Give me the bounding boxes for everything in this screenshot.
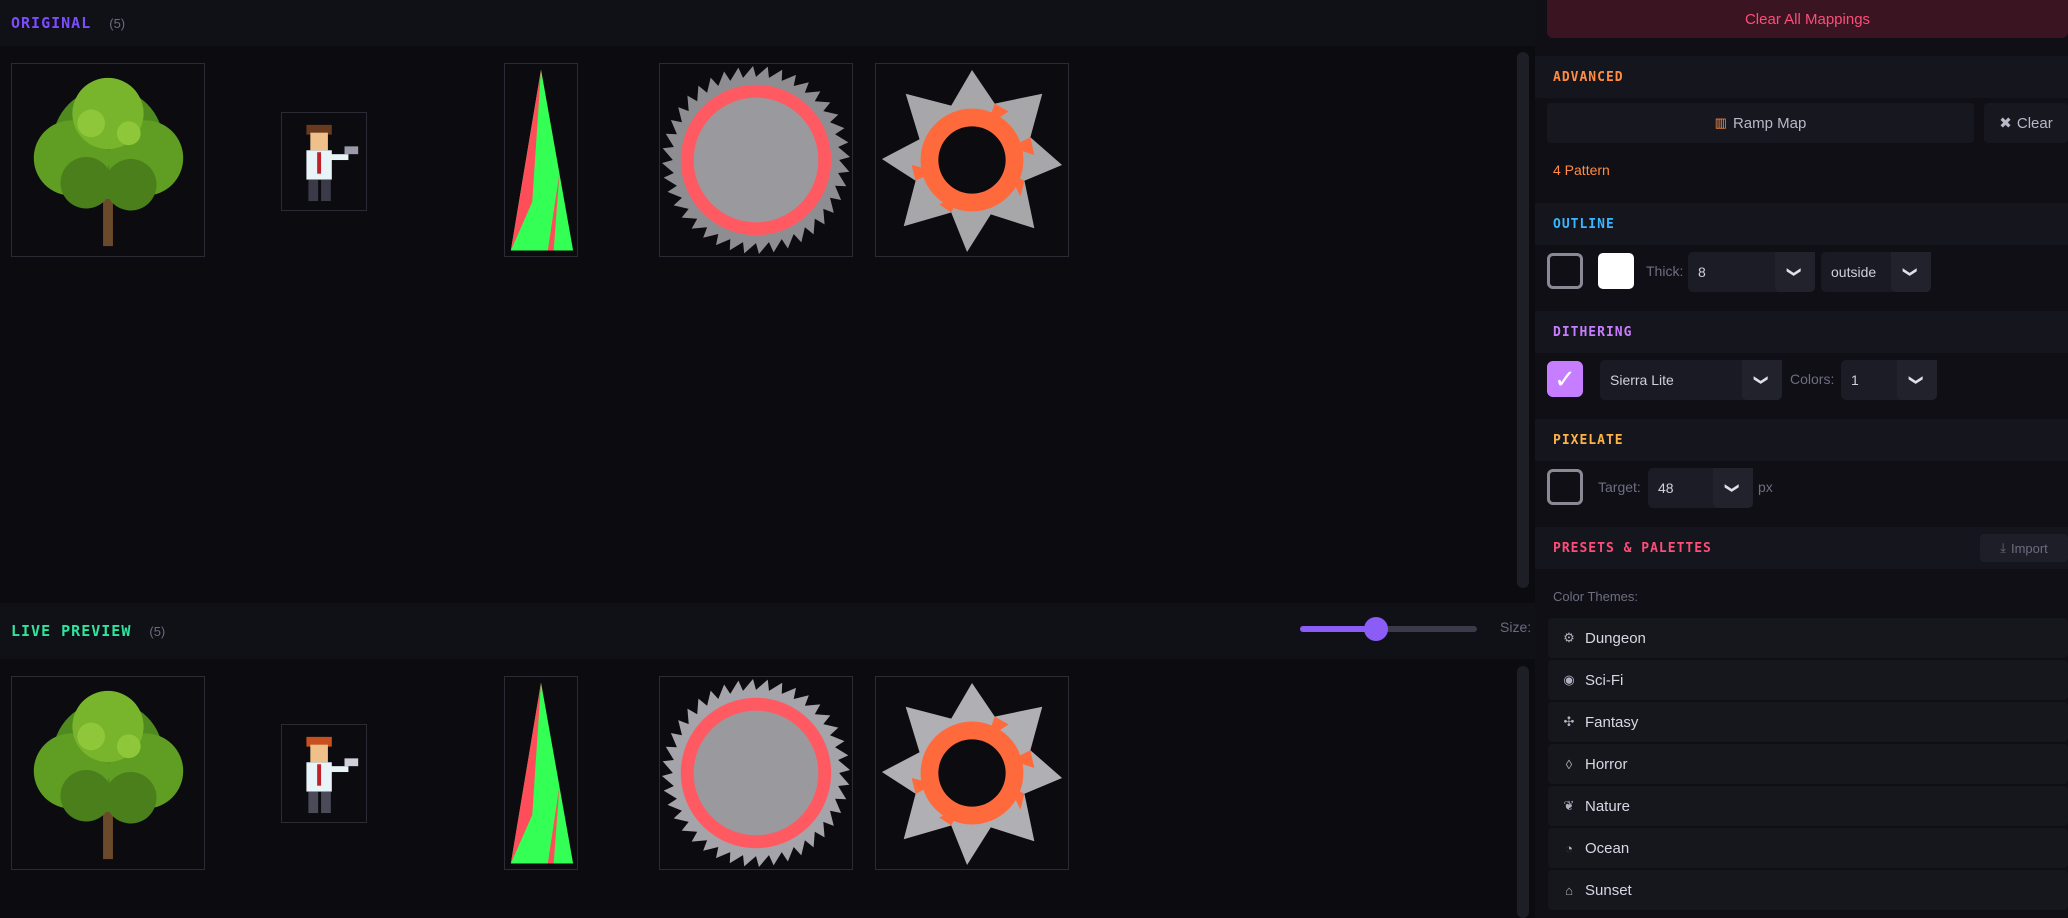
size-label: Size: <box>1500 619 1532 635</box>
sprite-character-preview[interactable] <box>281 724 367 823</box>
check-icon: ✓ <box>1554 363 1576 394</box>
dungeon-icon: ⚙ <box>1563 630 1575 645</box>
clear-x-icon: ✖ <box>1999 115 2012 132</box>
outline-section-title: OUTLINE <box>1535 203 2068 245</box>
advanced-clear-label: Clear <box>2016 114 2053 132</box>
preview-title: LIVE PREVIEW <box>11 622 132 640</box>
sprite-saw-preview[interactable] <box>659 676 853 870</box>
sprite-spike-original[interactable] <box>504 63 578 257</box>
dithering-colors-label: Colors: <box>1790 371 1835 387</box>
ramp-map-icon: ▥ <box>1714 115 1727 130</box>
chevron-down-icon: ❯ <box>1775 252 1815 292</box>
size-slider-knob[interactable] <box>1364 617 1388 641</box>
theme-nature[interactable]: ❦ Nature <box>1548 786 2068 826</box>
theme-ocean[interactable]: ◔ Ocean <box>1548 828 2068 868</box>
theme-label: Dungeon <box>1585 629 1646 647</box>
pixelate-target-label: Target: <box>1598 479 1641 495</box>
outline-color-swatch[interactable] <box>1598 253 1634 289</box>
dithering-colors-select[interactable]: 1 ❯ <box>1841 360 1937 400</box>
sprite-character-original[interactable] <box>281 112 367 211</box>
original-header: ORIGINAL (5) <box>0 0 1535 46</box>
outline-position-select[interactable]: outside ❯ <box>1821 252 1931 292</box>
ramp-map-button[interactable]: ▥ Ramp Map <box>1547 103 1974 143</box>
theme-horror[interactable]: ◊ Horror <box>1548 744 2068 784</box>
theme-label: Sunset <box>1585 881 1632 899</box>
sunset-icon: ⌂ <box>1565 882 1573 898</box>
advanced-clear-button[interactable]: ✖ Clear <box>1984 103 2068 143</box>
dithering-method-select[interactable]: Sierra Lite ❯ <box>1600 360 1782 400</box>
clear-all-mappings-button[interactable]: Clear All Mappings <box>1547 0 2068 38</box>
fantasy-icon: ✣ <box>1563 714 1575 729</box>
sprite-spike-preview[interactable] <box>504 676 578 870</box>
outline-enable-checkbox[interactable] <box>1547 253 1583 289</box>
theme-sunset[interactable]: ⌂ Sunset <box>1548 870 2068 910</box>
chevron-down-icon: ❯ <box>1891 252 1931 292</box>
original-count: (5) <box>109 15 126 31</box>
theme-label: Nature <box>1585 797 1631 815</box>
advanced-section-title: ADVANCED <box>1535 56 2068 98</box>
horror-icon: ◊ <box>1565 756 1573 772</box>
settings-panel: Clear All Mappings ADVANCED ▥ Ramp Map ✖… <box>1535 0 2068 918</box>
outline-position-value: outside <box>1831 264 1877 280</box>
outline-thick-label: Thick: <box>1646 263 1684 279</box>
pixelate-section-title: PIXELATE <box>1535 419 2068 461</box>
pixelate-unit-label: px <box>1758 479 1773 495</box>
dithering-section-title: DITHERING <box>1535 311 2068 353</box>
outline-thickness-select[interactable]: 8 ❯ <box>1688 252 1815 292</box>
import-button[interactable]: ⤓ Import <box>1980 534 2068 562</box>
dithering-method-value: Sierra Lite <box>1610 372 1674 388</box>
original-scrollbar[interactable] <box>1517 52 1529 588</box>
sprite-tree-preview[interactable] <box>11 676 205 870</box>
theme-scifi[interactable]: ◉ Sci-Fi <box>1548 660 2068 700</box>
import-icon: ⤓ <box>2000 540 2006 555</box>
size-slider[interactable] <box>1300 617 1477 641</box>
sprite-blade-original[interactable] <box>875 63 1069 257</box>
preview-count: (5) <box>149 623 166 639</box>
color-themes-label: Color Themes: <box>1553 589 1639 604</box>
theme-label: Horror <box>1585 755 1628 773</box>
sprite-blade-preview[interactable] <box>875 676 1069 870</box>
theme-label: Sci-Fi <box>1585 671 1624 689</box>
nature-icon: ❦ <box>1563 798 1575 813</box>
pixelate-enable-checkbox[interactable] <box>1547 469 1583 505</box>
import-label: Import <box>2010 540 2048 556</box>
original-title: ORIGINAL <box>11 14 92 32</box>
chevron-down-icon: ❯ <box>1742 360 1782 400</box>
chevron-down-icon: ❯ <box>1713 468 1753 508</box>
pixelate-target-value: 48 <box>1658 480 1674 496</box>
preview-scrollbar[interactable] <box>1517 666 1529 918</box>
pattern-count-text: 4 Pattern <box>1553 162 1610 178</box>
theme-fantasy[interactable]: ✣ Fantasy <box>1548 702 2068 742</box>
scifi-icon: ◉ <box>1563 672 1575 687</box>
sprite-saw-original[interactable] <box>659 63 853 257</box>
theme-label: Ocean <box>1585 839 1630 857</box>
pixelate-target-select[interactable]: 48 ❯ <box>1648 468 1753 508</box>
theme-dungeon[interactable]: ⚙ Dungeon <box>1548 618 2068 658</box>
outline-thickness-value: 8 <box>1698 264 1706 280</box>
ramp-map-label: Ramp Map <box>1732 114 1807 132</box>
chevron-down-icon: ❯ <box>1897 360 1937 400</box>
ocean-icon: ◔ <box>1565 840 1573 856</box>
sprite-tree-original[interactable] <box>11 63 205 257</box>
theme-label: Fantasy <box>1585 713 1639 731</box>
dithering-enable-checkbox[interactable]: ✓ <box>1547 361 1583 397</box>
canvas-area: ORIGINAL (5) LIVE PREVIEW (5) Size: <box>0 0 1535 918</box>
dithering-colors-value: 1 <box>1851 372 1859 388</box>
